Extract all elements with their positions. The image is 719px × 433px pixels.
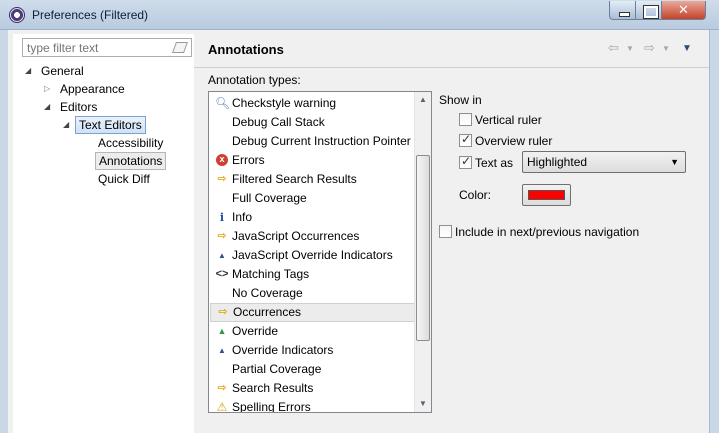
list-item[interactable]: 🔍︎ Checkstyle warning: [210, 94, 415, 113]
list-item[interactable]: Full Coverage: [210, 189, 415, 208]
forward-menu-chevron-icon[interactable]: ▼: [662, 44, 670, 53]
list-item-label: Search Results: [232, 381, 314, 395]
include-navigation-checkbox[interactable]: [439, 225, 452, 238]
list-item[interactable]: i Info: [210, 208, 415, 227]
overview-ruler-checkbox[interactable]: [459, 132, 472, 147]
tree-item-label: Editors: [60, 100, 98, 114]
history-navigation: ⇦ ▼ ⇨ ▼ ▼: [606, 40, 716, 60]
scroll-up-arrow-icon[interactable]: ▲: [415, 92, 431, 108]
list-item-label: JavaScript Override Indicators: [232, 248, 393, 262]
vertical-ruler-label: Vertical ruler: [475, 113, 542, 127]
clear-filter-icon[interactable]: [171, 42, 189, 53]
arrow-icon: ⇨: [218, 306, 228, 318]
info-icon: i: [219, 211, 225, 224]
list-item-label: Override: [232, 324, 279, 338]
vertical-ruler-checkbox[interactable]: [459, 113, 472, 126]
list-item-label: Full Coverage: [232, 191, 307, 205]
blue-triangle-icon: ▲: [218, 251, 226, 260]
list-item-label: Matching Tags: [232, 267, 310, 281]
view-menu-chevron-icon[interactable]: ▼: [682, 43, 692, 54]
list-item-label: Debug Call Stack: [232, 115, 325, 129]
list-item[interactable]: ⇨ Filtered Search Results: [210, 170, 415, 189]
list-item-label: Checkstyle warning: [232, 96, 337, 110]
window-title: Preferences (Filtered): [32, 8, 149, 22]
list-item[interactable]: <> Matching Tags: [210, 265, 415, 284]
text-style-value: Highlighted: [527, 155, 588, 169]
text-style-dropdown[interactable]: Highlighted ▼: [522, 151, 686, 173]
list-item[interactable]: Debug Call Stack: [210, 113, 415, 132]
list-item-label: Debug Current Instruction Pointer: [232, 134, 411, 148]
list-item-label: Info: [232, 210, 253, 224]
color-swatch: [528, 190, 565, 200]
tree-item-label: Appearance: [60, 82, 125, 96]
tree-item-label: General: [41, 64, 84, 78]
preferences-client: General Appearance Editors Text Editors …: [8, 30, 719, 433]
list-item[interactable]: ⚠ Spelling Errors: [210, 398, 415, 413]
eclipse-app-icon: [9, 7, 25, 23]
title-separator: [194, 67, 719, 68]
list-item[interactable]: ▲ JavaScript Override Indicators: [210, 246, 415, 265]
back-arrow-icon[interactable]: ⇦: [608, 40, 619, 56]
green-triangle-icon: ▲: [217, 326, 227, 336]
list-item-label: Override Indicators: [232, 343, 334, 357]
color-picker-button[interactable]: [522, 184, 571, 206]
list-item[interactable]: ⇨ Search Results: [210, 379, 415, 398]
minimize-button[interactable]: [609, 1, 636, 20]
list-item-label: JavaScript Occurrences: [232, 229, 360, 243]
list-item-label: Errors: [232, 153, 265, 167]
list-scrollbar[interactable]: ▲ ▼: [414, 92, 431, 412]
tags-icon: <>: [215, 268, 229, 280]
tree-item-label: Quick Diff: [98, 172, 150, 186]
filter-box[interactable]: [22, 38, 192, 57]
show-in-label: Show in: [439, 93, 482, 107]
magnifier-icon: 🔍︎: [215, 96, 231, 110]
warning-icon: ⚠: [216, 400, 228, 413]
forward-arrow-icon[interactable]: ⇨: [644, 40, 655, 56]
annotations-page: Annotations ⇦ ▼ ⇨ ▼ ▼ Annotation types: …: [194, 34, 719, 433]
color-label: Color:: [459, 188, 492, 202]
tree-item-label: Annotations: [95, 152, 167, 170]
list-item[interactable]: No Coverage: [210, 284, 415, 303]
text-as-checkbox[interactable]: [459, 154, 472, 169]
annotation-types-label: Annotation types:: [208, 73, 301, 87]
tree-item-label: Text Editors: [75, 116, 146, 134]
close-button[interactable]: [661, 1, 706, 20]
list-item[interactable]: Errors: [210, 151, 415, 170]
list-item[interactable]: ⇨ JavaScript Occurrences: [210, 227, 415, 246]
list-item[interactable]: Partial Coverage: [210, 360, 415, 379]
overview-ruler-label: Overview ruler: [475, 134, 553, 148]
list-item-label: Spelling Errors: [232, 400, 311, 413]
back-menu-chevron-icon[interactable]: ▼: [626, 44, 634, 53]
page-title: Annotations: [208, 42, 284, 57]
tree-item-label: Accessibility: [98, 136, 164, 150]
list-item-label: Occurrences: [233, 305, 302, 319]
collapsed-triangle-icon[interactable]: [44, 80, 50, 98]
arrow-icon: ⇨: [217, 173, 227, 185]
list-item-label: Partial Coverage: [232, 362, 322, 376]
list-item-label: Filtered Search Results: [232, 172, 357, 186]
scroll-down-arrow-icon[interactable]: ▼: [415, 396, 431, 412]
title-bar[interactable]: Preferences (Filtered): [0, 0, 719, 30]
text-as-label: Text as: [475, 156, 514, 170]
expand-triangle-icon[interactable]: [44, 98, 50, 116]
expand-triangle-icon[interactable]: [63, 116, 69, 134]
expand-triangle-icon[interactable]: [25, 62, 31, 80]
filter-input[interactable]: [27, 40, 167, 55]
scrollbar-thumb[interactable]: [416, 155, 430, 341]
list-item[interactable]: Debug Current Instruction Pointer: [210, 132, 415, 151]
annotation-types-list[interactable]: 🔍︎ Checkstyle warning Debug Call Stack D…: [208, 91, 432, 413]
window-edge: [709, 30, 719, 433]
chevron-down-icon: ▼: [670, 157, 679, 167]
arrow-icon: ⇨: [217, 382, 227, 394]
include-navigation-label: Include in next/previous navigation: [455, 225, 640, 239]
list-item[interactable]: ▲ Override: [210, 322, 415, 341]
arrow-icon: ⇨: [217, 230, 227, 242]
maximize-button[interactable]: [635, 1, 662, 20]
list-item-label: No Coverage: [232, 286, 303, 300]
blue-triangle-icon: ▲: [218, 346, 226, 355]
list-item[interactable]: ▲ Override Indicators: [210, 341, 415, 360]
list-item[interactable]: ⇨ Occurrences: [210, 303, 415, 322]
preferences-tree-pane: General Appearance Editors Text Editors …: [13, 34, 196, 433]
